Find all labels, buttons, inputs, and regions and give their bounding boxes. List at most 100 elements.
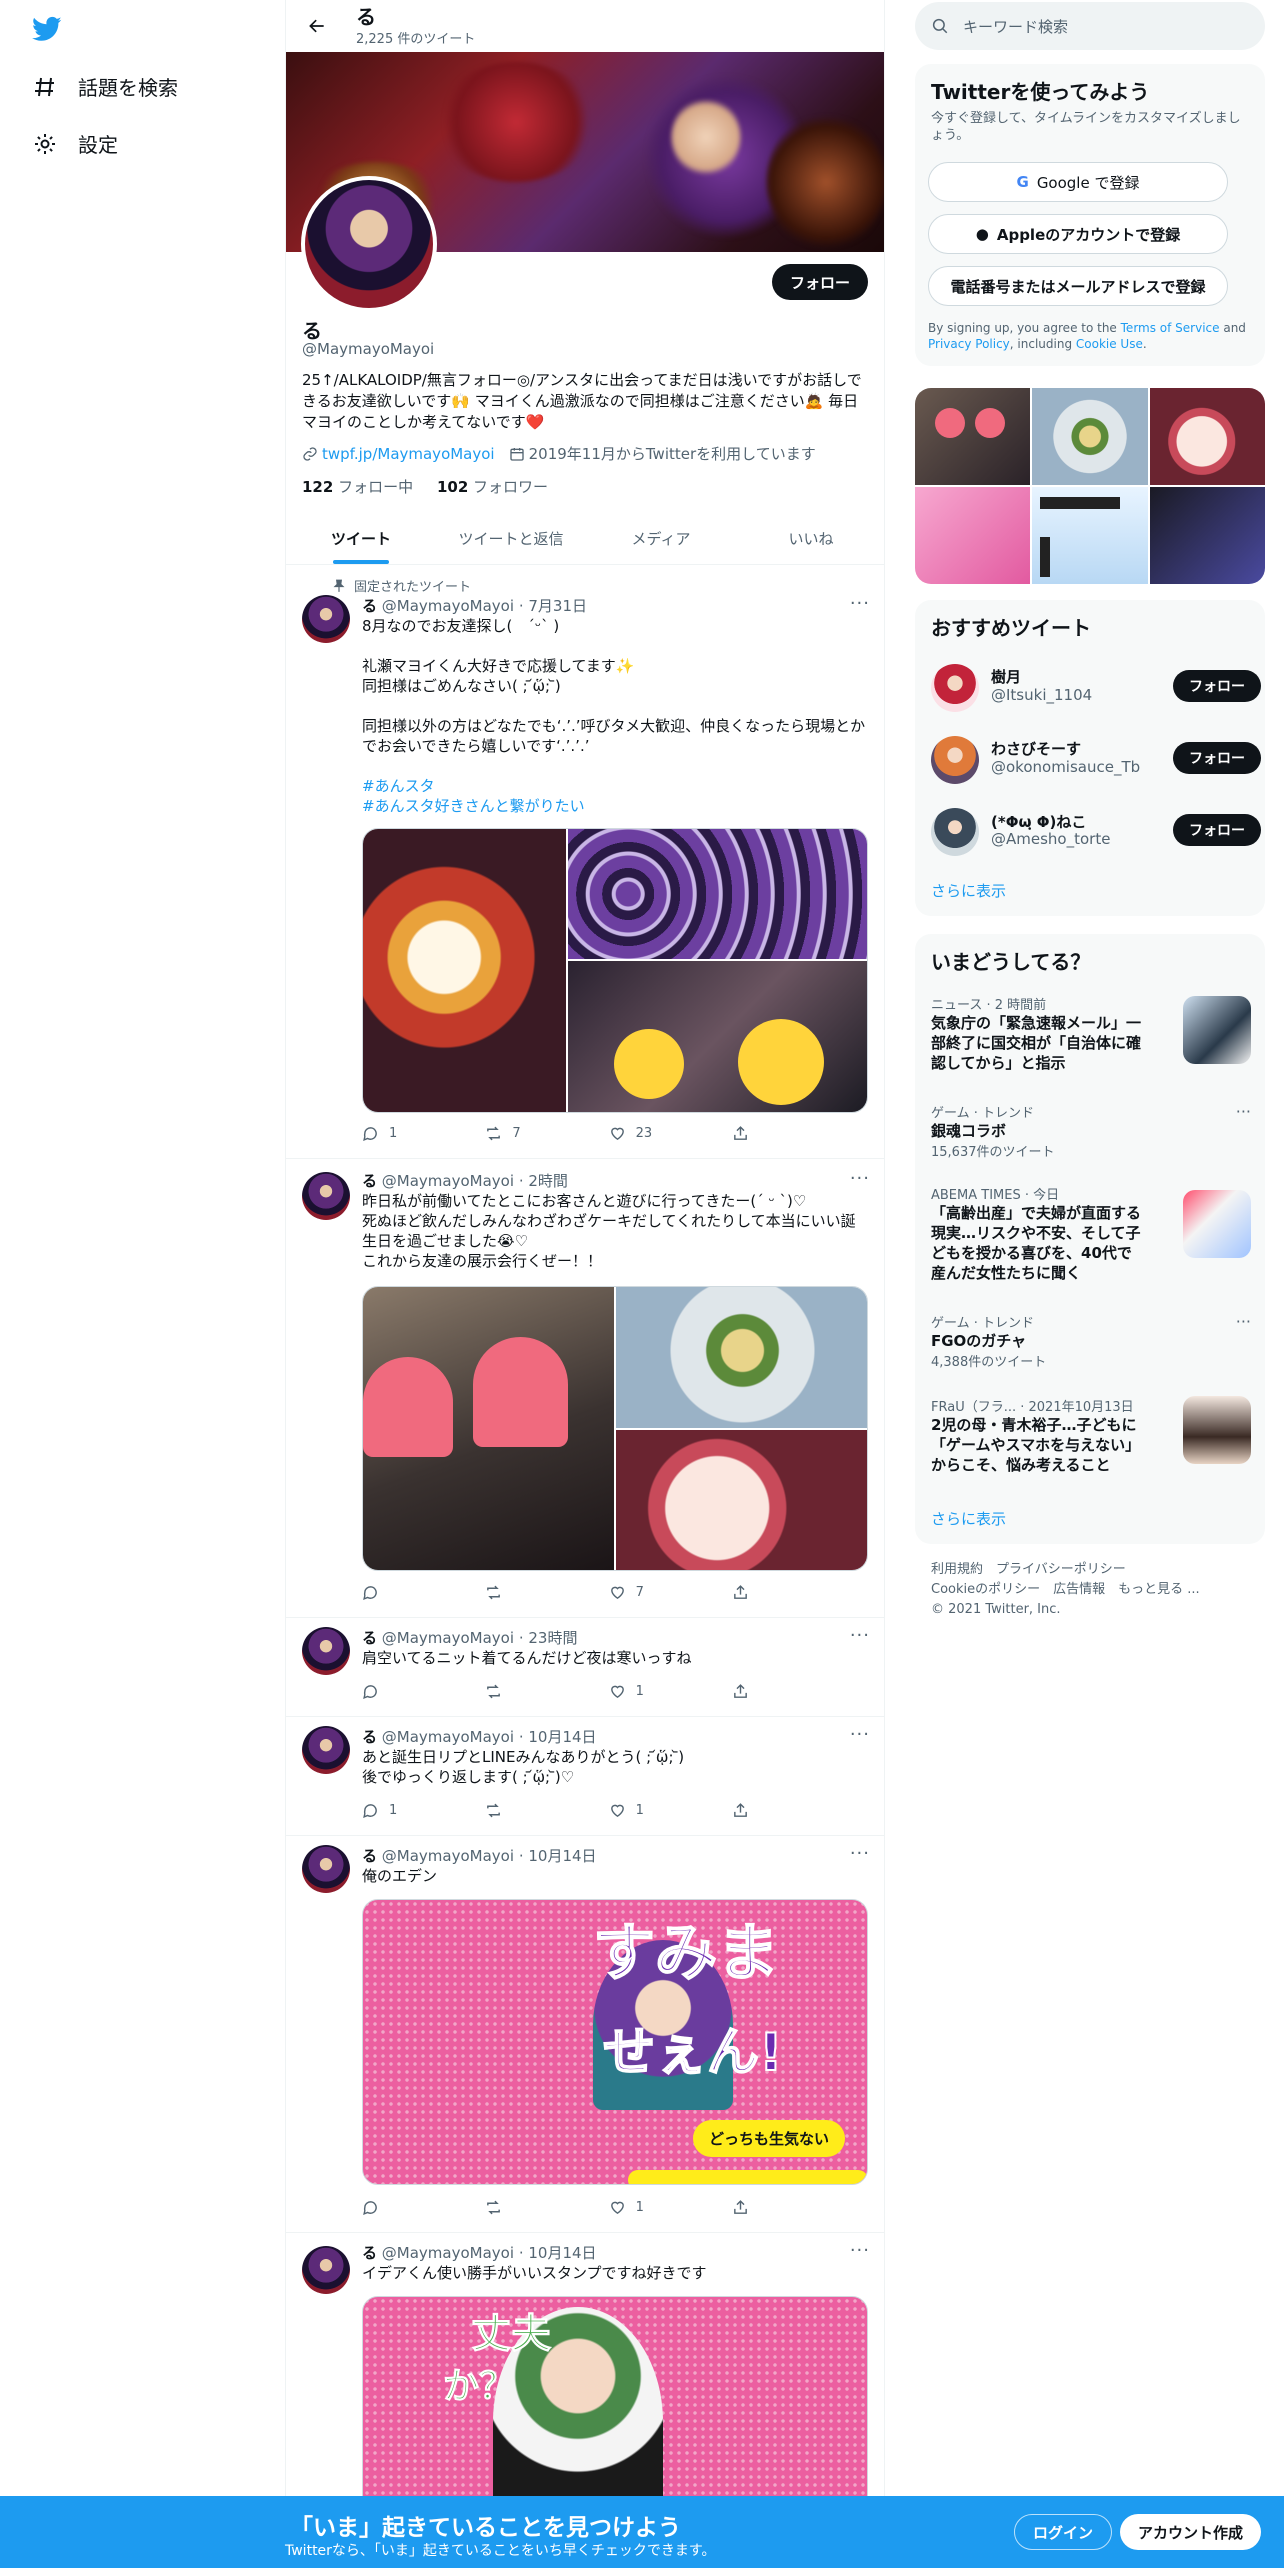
recommended-account[interactable]: 樹月 @Itsuki_1104 フォロー	[931, 660, 1261, 716]
tweet-author-name[interactable]: る	[362, 1172, 377, 1190]
trend-item[interactable]: ゲーム · トレンド FGOのガチャ 4,388件のツイート ···	[931, 1312, 1251, 1370]
recommend-show-more-link[interactable]: さらに表示	[931, 880, 1006, 901]
tweet-avatar[interactable]	[302, 595, 350, 643]
tweet-author-name[interactable]: る	[362, 597, 377, 615]
reply-button[interactable]	[362, 1584, 449, 1601]
terms-link[interactable]: Terms of Service	[1121, 321, 1220, 335]
cookie-link[interactable]: Cookie Use	[1076, 337, 1143, 351]
recommend-name[interactable]: 樹月	[991, 666, 1021, 687]
recommend-avatar[interactable]	[931, 736, 979, 784]
more-options-icon[interactable]: ···	[850, 1168, 870, 1189]
recommend-follow-button[interactable]: フォロー	[1173, 742, 1261, 774]
media-photo-dish[interactable]	[616, 1287, 867, 1428]
privacy-link[interactable]: Privacy Policy	[928, 337, 1010, 351]
share-button[interactable]	[732, 1584, 792, 1601]
more-options-icon[interactable]: ···	[850, 2240, 870, 2261]
tweet-author-name[interactable]: る	[362, 1847, 377, 1865]
twitter-logo-icon[interactable]	[32, 14, 62, 44]
tweet-author-name[interactable]: る	[362, 1629, 377, 1647]
reply-button[interactable]	[362, 1683, 449, 1700]
tweet-time[interactable]: 10月14日	[528, 1728, 596, 1746]
tweet-author-handle[interactable]: @MaymayoMayoi	[382, 1172, 514, 1190]
tweet[interactable]: る @MaymayoMayoi · 23時間 ··· 肩空いてるニット着てるんだ…	[286, 1619, 884, 1717]
tab-tweets[interactable]: ツイート	[286, 512, 436, 564]
media-photo-badges[interactable]	[568, 829, 867, 959]
media-photo-friends[interactable]	[568, 961, 867, 1112]
reply-button[interactable]: 1	[362, 1802, 449, 1819]
tweet-time[interactable]: 10月14日	[528, 2244, 596, 2262]
phone-email-signup-button[interactable]: 電話番号またはメールアドレスで登録	[928, 266, 1228, 306]
tweet-media-grid[interactable]	[362, 1286, 868, 1571]
recommend-handle[interactable]: @okonomisauce_Tb	[991, 758, 1140, 776]
more-options-icon[interactable]: ···	[1236, 1102, 1251, 1121]
trend-item[interactable]: ニュース · 2 時間前 気象庁の「緊急速報メール」一部終了に国交相が「自治体に…	[931, 994, 1251, 1073]
share-button[interactable]	[732, 1802, 792, 1819]
tweet-media-grid[interactable]	[362, 828, 868, 1113]
tweet-avatar[interactable]	[302, 1845, 350, 1893]
media-thumb[interactable]	[1032, 388, 1148, 485]
share-button[interactable]	[732, 2199, 792, 2216]
profile-avatar[interactable]	[301, 176, 437, 312]
trend-item[interactable]: ゲーム · トレンド 銀魂コラボ 15,637件のツイート ···	[931, 1102, 1251, 1160]
media-photo-cake[interactable]	[363, 829, 566, 1112]
like-button[interactable]: 1	[609, 1683, 696, 1700]
more-options-icon[interactable]: ···	[850, 1625, 870, 1646]
recommend-follow-button[interactable]: フォロー	[1173, 814, 1261, 846]
profile-link-text[interactable]: twpf.jp/MaymayoMayoi	[322, 445, 495, 463]
more-options-icon[interactable]: ···	[850, 593, 870, 614]
tweet-author-handle[interactable]: @MaymayoMayoi	[382, 1629, 514, 1647]
share-button[interactable]	[732, 1683, 792, 1700]
tweet-author-handle[interactable]: @MaymayoMayoi	[382, 597, 514, 615]
tweet-time[interactable]: 23時間	[528, 1629, 577, 1647]
nav-settings[interactable]: 設定	[32, 129, 118, 158]
retweet-button[interactable]: 7	[485, 1125, 572, 1142]
retweet-button[interactable]	[485, 1584, 572, 1601]
like-button[interactable]: 23	[609, 1125, 696, 1142]
media-photo-cake-plate[interactable]	[616, 1430, 867, 1570]
back-arrow-icon[interactable]	[300, 9, 334, 43]
tweet-author-handle[interactable]: @MaymayoMayoi	[382, 1728, 514, 1746]
like-button[interactable]: 7	[609, 1584, 696, 1601]
nav-explore[interactable]: 話題を検索	[32, 72, 178, 101]
reply-button[interactable]: 1	[362, 1125, 449, 1142]
hashtag-link[interactable]: #あんスタ好きさんと繋がりたい	[362, 796, 872, 816]
like-button[interactable]: 1	[609, 1802, 696, 1819]
media-thumb[interactable]	[1032, 487, 1148, 584]
tweet-time[interactable]: 10月14日	[528, 1847, 596, 1865]
trend-item[interactable]: FRaU（フラ... · 2021年10月13日 2児の母・青木裕子…子どもに「…	[931, 1396, 1251, 1475]
recommended-account[interactable]: わさびそーす @okonomisauce_Tb フォロー	[931, 732, 1261, 788]
recommended-account[interactable]: (*Φωฺ Φ)ねこ @Amesho_torte フォロー	[931, 804, 1261, 860]
tab-likes[interactable]: いいね	[736, 512, 884, 564]
tab-media[interactable]: メディア	[586, 512, 736, 564]
recommend-name[interactable]: わさびそーす	[991, 738, 1081, 759]
recommend-avatar[interactable]	[931, 664, 979, 712]
recommend-follow-button[interactable]: フォロー	[1173, 670, 1261, 702]
tweet[interactable]: る @MaymayoMayoi · 7月31日 ··· 8月なのでお友達探し( …	[286, 565, 884, 1159]
like-button[interactable]: 1	[609, 2199, 696, 2216]
retweet-button[interactable]	[485, 2199, 572, 2216]
more-options-icon[interactable]: ···	[1236, 1312, 1251, 1331]
tweet-author-name[interactable]: る	[362, 2244, 377, 2262]
media-thumb[interactable]	[915, 487, 1031, 584]
tweet-author-handle[interactable]: @MaymayoMayoi	[382, 2244, 514, 2262]
trends-show-more-link[interactable]: さらに表示	[931, 1508, 1006, 1529]
tweet-avatar[interactable]	[302, 1172, 350, 1220]
search-placeholder[interactable]: キーワード検索	[963, 16, 1068, 37]
tweet-author-name[interactable]: る	[362, 1728, 377, 1746]
footer-line[interactable]: 利用規約 プライバシーポリシー	[931, 1560, 1200, 1580]
recommend-handle[interactable]: @Itsuki_1104	[991, 686, 1092, 704]
tweet-avatar[interactable]	[302, 2246, 350, 2294]
media-thumb[interactable]	[1149, 487, 1265, 584]
retweet-button[interactable]	[485, 1683, 572, 1700]
search-box[interactable]: キーワード検索	[915, 2, 1265, 50]
profile-link[interactable]: twpf.jp/MaymayoMayoi	[302, 445, 495, 463]
retweet-button[interactable]	[485, 1802, 572, 1819]
recommend-avatar[interactable]	[931, 808, 979, 856]
media-photo-selfie[interactable]	[363, 1287, 614, 1570]
tweet-avatar[interactable]	[302, 1627, 350, 1675]
reply-button[interactable]	[362, 2199, 449, 2216]
login-button[interactable]: ログイン	[1014, 2514, 1113, 2550]
signup-button[interactable]: アカウント作成	[1120, 2514, 1262, 2550]
footer-line[interactable]: Cookieのポリシー 広告情報 もっと見る ...	[931, 1580, 1200, 1600]
following-link[interactable]: 122 フォロー中	[302, 478, 413, 496]
